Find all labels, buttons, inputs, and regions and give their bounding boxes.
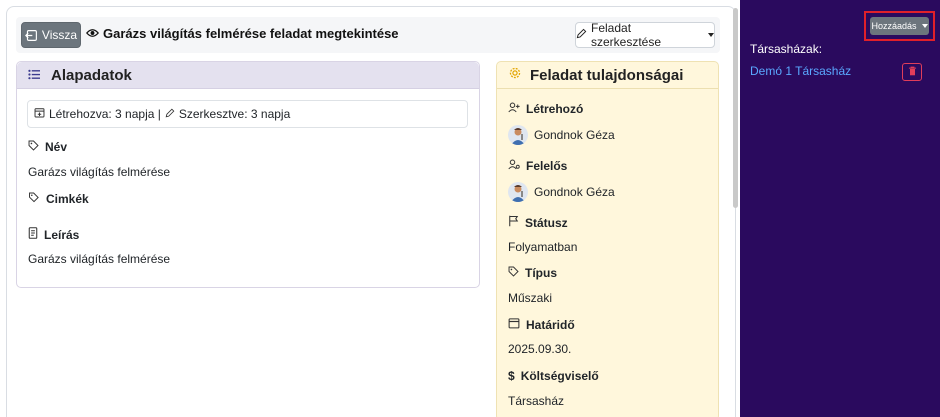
avatar	[508, 182, 528, 202]
properties-card-header: Feladat tulajdonságai	[497, 62, 718, 89]
edited-text: Szerkesztve: 3 napja	[178, 107, 291, 121]
person-gear-icon	[508, 159, 520, 173]
person-plus-icon	[508, 102, 520, 116]
sidebar-item-demo-1[interactable]: Demó 1 Társasház	[750, 64, 851, 78]
properties-card: Feladat tulajdonságai Létrehozó Gondnok …	[496, 61, 719, 417]
description-label: Leírás	[28, 227, 79, 242]
gear-icon	[508, 66, 522, 84]
creator-name: Gondnok Géza	[534, 128, 615, 142]
type-value: Műszaki	[508, 291, 553, 305]
description-value: Garázs világítás felmérése	[28, 252, 171, 266]
dollar-icon: $	[508, 369, 515, 383]
deadline-label: Határidő	[508, 317, 575, 332]
tag-icon	[28, 140, 39, 154]
pencil-icon	[165, 107, 175, 121]
cost-label: $ Költségviselő	[508, 369, 599, 383]
avatar	[508, 125, 528, 145]
type-label: Típus	[508, 266, 557, 280]
timestamp-box: Létrehozva: 3 napja | Szerkesztve: 3 nap…	[27, 100, 468, 128]
page-title: Garázs világítás felmérése feladat megte…	[85, 26, 399, 41]
name-value: Garázs világítás felmérése	[28, 165, 171, 179]
owner-user: Gondnok Géza	[508, 182, 615, 202]
back-button-label: Vissza	[41, 28, 78, 42]
basics-card-title: Alapadatok	[51, 66, 132, 84]
add-button-label: Hozzáadás	[871, 21, 917, 31]
chevron-down-icon	[708, 33, 714, 37]
sidebar-title: Társasházak:	[750, 42, 823, 56]
tags-icon	[28, 192, 40, 206]
trash-icon	[908, 65, 917, 79]
status-value: Folyamatban	[508, 240, 578, 254]
delete-button[interactable]	[902, 63, 922, 81]
pencil-icon	[576, 28, 587, 42]
tags-label: Cimkék	[28, 192, 89, 206]
flag-icon	[508, 215, 519, 230]
add-dropdown-button[interactable]: Hozzáadás	[870, 17, 929, 35]
calendar-plus-icon	[34, 107, 45, 121]
eye-icon	[85, 26, 100, 41]
created-text: Létrehozva: 3 napja |	[49, 107, 161, 121]
chevron-down-icon	[921, 24, 928, 28]
document-icon	[28, 227, 38, 242]
creator-label: Létrehozó	[508, 102, 583, 116]
creator-user: Gondnok Géza	[508, 125, 615, 145]
owner-label: Felelős	[508, 159, 567, 173]
deadline-value: 2025.09.30.	[508, 342, 572, 356]
back-button[interactable]: Vissza	[21, 22, 81, 48]
arrow-left-box-icon	[24, 29, 38, 42]
list-icon	[28, 67, 41, 84]
cost-value: Társasház	[508, 394, 565, 408]
properties-card-title: Feladat tulajdonságai	[530, 66, 684, 84]
tag-icon	[508, 266, 519, 280]
scrollbar[interactable]	[733, 8, 738, 208]
page-title-text: Garázs világítás felmérése feladat megte…	[103, 26, 399, 41]
edit-task-label: Feladat szerkesztése	[591, 21, 662, 49]
edit-task-dropdown[interactable]: Feladat szerkesztése	[575, 21, 715, 49]
owner-name: Gondnok Géza	[534, 185, 615, 199]
basics-card-header: Alapadatok	[17, 62, 479, 89]
status-label: Státusz	[508, 215, 568, 230]
name-label: Név	[28, 140, 67, 154]
basics-card: Alapadatok Létrehozva: 3 napja | Szerkes…	[16, 61, 480, 288]
calendar-icon	[508, 317, 520, 332]
